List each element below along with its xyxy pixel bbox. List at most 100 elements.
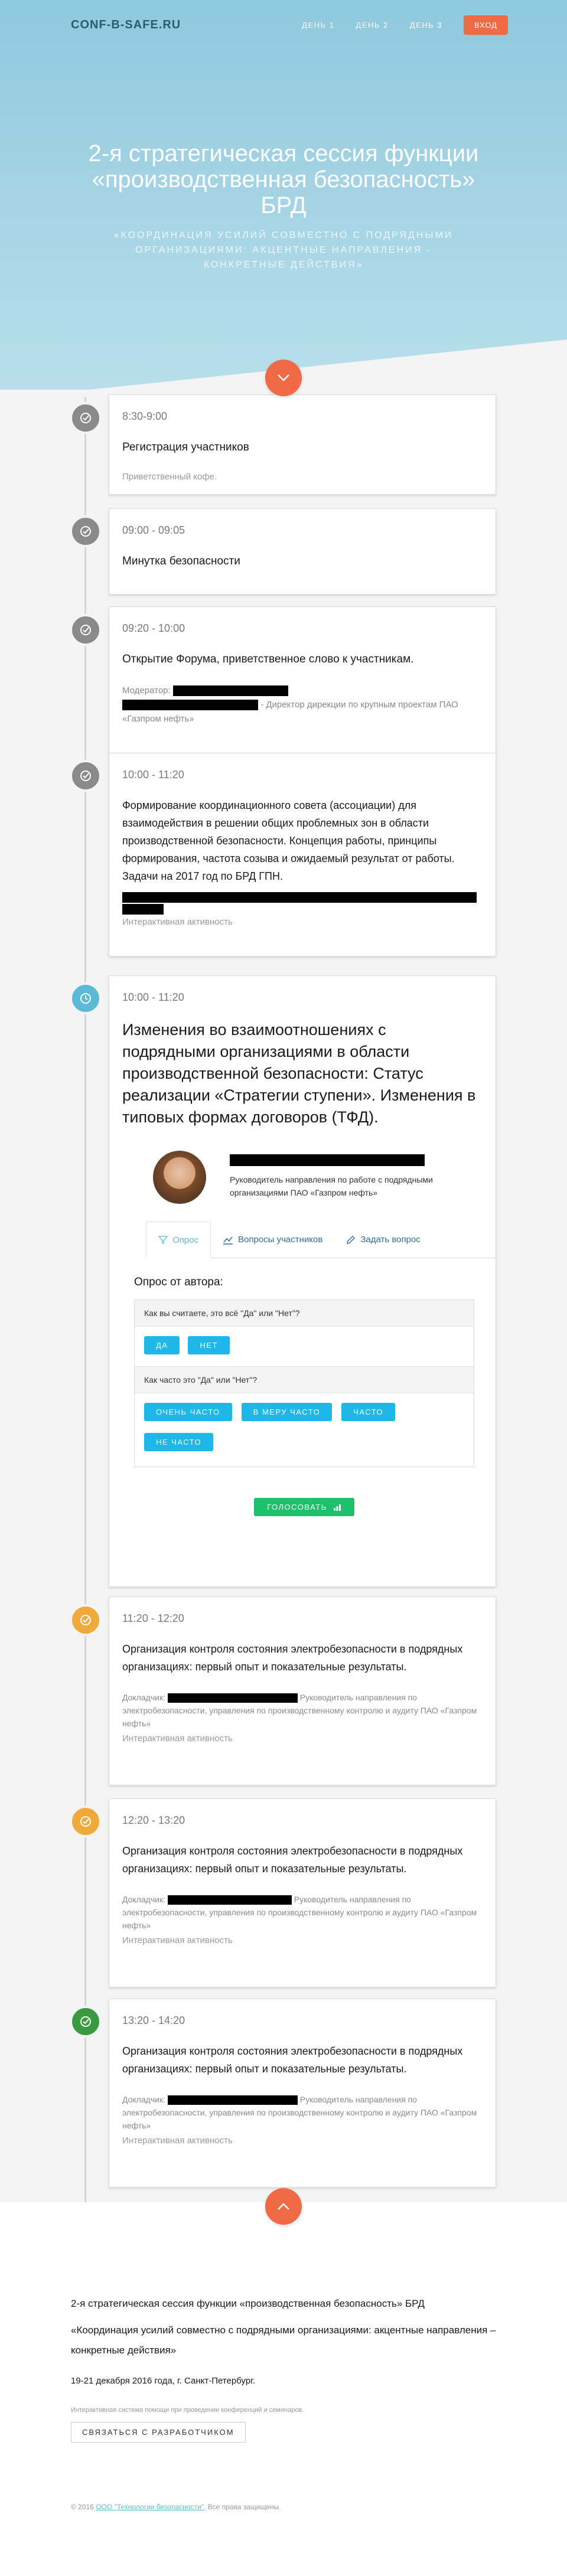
poll-question-1: Как вы считаете, это всё "Да" или "Нет"?	[135, 1300, 474, 1327]
interactive-activity-link[interactable]: Интерактивная активность	[122, 1733, 483, 1744]
speaker-label: Докладчик:	[122, 2095, 165, 2104]
redacted-name	[122, 700, 258, 711]
event-time: 13:20 - 14:20	[122, 2015, 185, 2026]
event-time: 11:20 - 12:20	[122, 1612, 184, 1624]
speaker-label: Докладчик:	[122, 1693, 165, 1702]
vote-button[interactable]: ГОЛОСОВАТЬ	[254, 1498, 354, 1516]
poll-heading: Опрос от автора:	[134, 1276, 223, 1288]
tab-label: Опрос	[172, 1235, 198, 1245]
agenda-card[interactable]: 12:20 - 13:20 Организация контроля состо…	[109, 1798, 496, 1987]
event-moderator: Модератор: - Директор дирекции по крупны…	[122, 684, 483, 726]
event-title: Изменения во взаимоотношениях с подрядны…	[122, 1021, 476, 1126]
chart-icon	[223, 1236, 233, 1245]
tab-poll[interactable]: Опрос	[146, 1222, 211, 1258]
check-icon	[70, 1806, 102, 1837]
agenda-card[interactable]: 09:00 - 09:05 Минутка безопасности	[109, 508, 496, 595]
poll-question-2: Как часто это "Да" или "Нет"?	[135, 1366, 474, 1393]
site-logo[interactable]: CONF-B-SAFE.RU	[71, 18, 181, 32]
moderator-label: Модератор:	[122, 685, 171, 696]
event-title: Организация контроля состояния электробе…	[122, 1845, 463, 1875]
nav-link-day-3[interactable]: ДЕНЬ 3	[410, 21, 442, 30]
speaker-label: Докладчик:	[122, 1895, 165, 1904]
speaker-info: Руководитель направления по работе с под…	[230, 1154, 454, 1199]
check-icon	[70, 760, 102, 792]
event-speaker: Докладчик: Руководитель направления по э…	[122, 1691, 483, 1730]
hero-subtitle: «Координация усилий совместно с подрядны…	[113, 230, 454, 270]
timeline-line	[84, 397, 86, 2203]
poll-questions: Как вы считаете, это всё "Да" или "Нет"?…	[134, 1300, 474, 1467]
agenda-card[interactable]: 10:00 - 11:20 Формирование координационн…	[109, 753, 496, 956]
vote-label: ГОЛОСОВАТЬ	[267, 1503, 327, 1511]
poll-option-often[interactable]: ЧАСТО	[341, 1403, 396, 1421]
poll-option-moderately-often[interactable]: В МЕРУ ЧАСТО	[241, 1403, 333, 1421]
poll-option-not-often[interactable]: НЕ ЧАСТО	[144, 1433, 214, 1451]
event-speaker: Докладчик: Руководитель направления по э…	[122, 2093, 483, 2132]
event-title: Организация контроля состояния электробе…	[122, 1643, 463, 1673]
check-icon	[70, 515, 102, 547]
vote-wrap: ГОЛОСОВАТЬ	[134, 1498, 474, 1516]
contact-developer-button[interactable]: СВЯЗАТЬСЯ С РАЗРАБОТЧИКОМ	[71, 2422, 246, 2443]
redacted-name	[230, 1154, 425, 1166]
redacted-name	[167, 1693, 298, 1703]
login-button[interactable]: ВХОД	[464, 15, 508, 35]
agenda-card[interactable]: 8:30-9:00 Регистрация участников Приветс…	[109, 394, 496, 495]
clock-icon	[70, 982, 102, 1014]
poll-option-no[interactable]: НЕТ	[188, 1336, 230, 1354]
agenda-card[interactable]: 13:20 - 14:20 Организация контроля состо…	[109, 1999, 496, 2188]
redacted-name	[172, 685, 288, 697]
event-title: Организация контроля состояния электробе…	[122, 2045, 463, 2075]
redacted-name	[167, 1895, 292, 1905]
copyright: © 2016 ООО "Технологии безопасности". Вс…	[71, 2503, 281, 2511]
speaker-block: Руководитель направления по работе с под…	[153, 1151, 496, 1204]
event-time: 09:00 - 09:05	[122, 524, 185, 536]
company-link[interactable]: ООО "Технологии безопасности"	[96, 2503, 204, 2511]
agenda-card[interactable]: 09:20 - 10:00 Открытие Форума, приветств…	[109, 606, 496, 754]
agenda-card[interactable]: 11:20 - 12:20 Организация контроля состо…	[109, 1596, 496, 1785]
pencil-icon	[347, 1235, 356, 1244]
copyright-suffix: . Все права защищены.	[203, 2503, 281, 2511]
chevron-down-icon	[278, 374, 289, 381]
check-icon	[70, 2006, 102, 2038]
tab-label: Вопросы участников	[237, 1235, 323, 1245]
speaker-role: Руководитель направления по работе с под…	[230, 1175, 433, 1197]
poll-panel: Опрос от автора: Как вы считаете, это вс…	[122, 1276, 496, 1516]
scroll-up-button[interactable]	[265, 2188, 302, 2225]
chevron-up-icon	[278, 2203, 289, 2210]
tab-participant-questions[interactable]: Вопросы участников	[211, 1222, 334, 1258]
event-note: Приветственный кофе.	[122, 472, 217, 482]
event-time: 12:20 - 13:20	[122, 1814, 185, 1826]
nav-link-day-1[interactable]: ДЕНЬ 1	[302, 21, 334, 30]
poll-options-2: ОЧЕНЬ ЧАСТО В МЕРУ ЧАСТО ЧАСТО НЕ ЧАСТО	[135, 1393, 474, 1467]
interactive-activity-link[interactable]: Интерактивная активность	[122, 917, 483, 927]
footer-subtitle: «Координация усилий совместно с подрядны…	[71, 2324, 496, 2356]
poll-option-very-often[interactable]: ОЧЕНЬ ЧАСТО	[144, 1403, 232, 1421]
copyright-prefix: © 2016	[71, 2503, 94, 2511]
check-icon	[70, 614, 102, 646]
event-time: 10:00 - 11:20	[122, 991, 184, 1003]
interactive-activity-link[interactable]: Интерактивная активность	[122, 2136, 483, 2146]
event-time: 09:20 - 10:00	[122, 622, 185, 634]
footer-title: 2-я стратегическая сессия функции «произ…	[71, 2298, 425, 2309]
nav-links: ДЕНЬ 1 ДЕНЬ 2 ДЕНЬ 3 ВХОД	[302, 15, 508, 35]
tab-ask-question[interactable]: Задать вопрос	[334, 1222, 432, 1258]
scroll-down-button[interactable]	[265, 360, 302, 396]
speaker-avatar	[153, 1151, 206, 1204]
interactive-activity-link[interactable]: Интерактивная активность	[122, 1935, 483, 1945]
poll-options-1: ДА НЕТ	[135, 1327, 474, 1366]
card-tabs: Опрос Вопросы участников Задать вопрос	[146, 1222, 496, 1258]
footer: 2-я стратегическая сессия функции «произ…	[0, 2202, 567, 2576]
event-title: Формирование координационного совета (ас…	[122, 799, 455, 882]
redacted-name	[167, 2095, 298, 2105]
nav-link-day-2[interactable]: ДЕНЬ 2	[356, 21, 389, 30]
event-time: 10:00 - 11:20	[122, 769, 184, 781]
agenda-card-current[interactable]: 10:00 - 11:20 Изменения во взаимоотношен…	[109, 975, 496, 1587]
footer-system-note: Интерактивная система помощи при проведе…	[71, 2407, 304, 2414]
event-title: Минутка безопасности	[122, 555, 240, 567]
event-title: Регистрация участников	[122, 441, 249, 453]
poll-option-yes[interactable]: ДА	[144, 1336, 180, 1354]
bar-chart-icon	[333, 1504, 341, 1511]
top-navigation: CONF-B-SAFE.RU ДЕНЬ 1 ДЕНЬ 2 ДЕНЬ 3 ВХОД	[71, 13, 508, 37]
footer-date: 19-21 декабря 2016 года, г. Санкт-Петерб…	[71, 2376, 255, 2386]
funnel-icon	[158, 1236, 168, 1245]
redacted-name	[122, 892, 477, 903]
